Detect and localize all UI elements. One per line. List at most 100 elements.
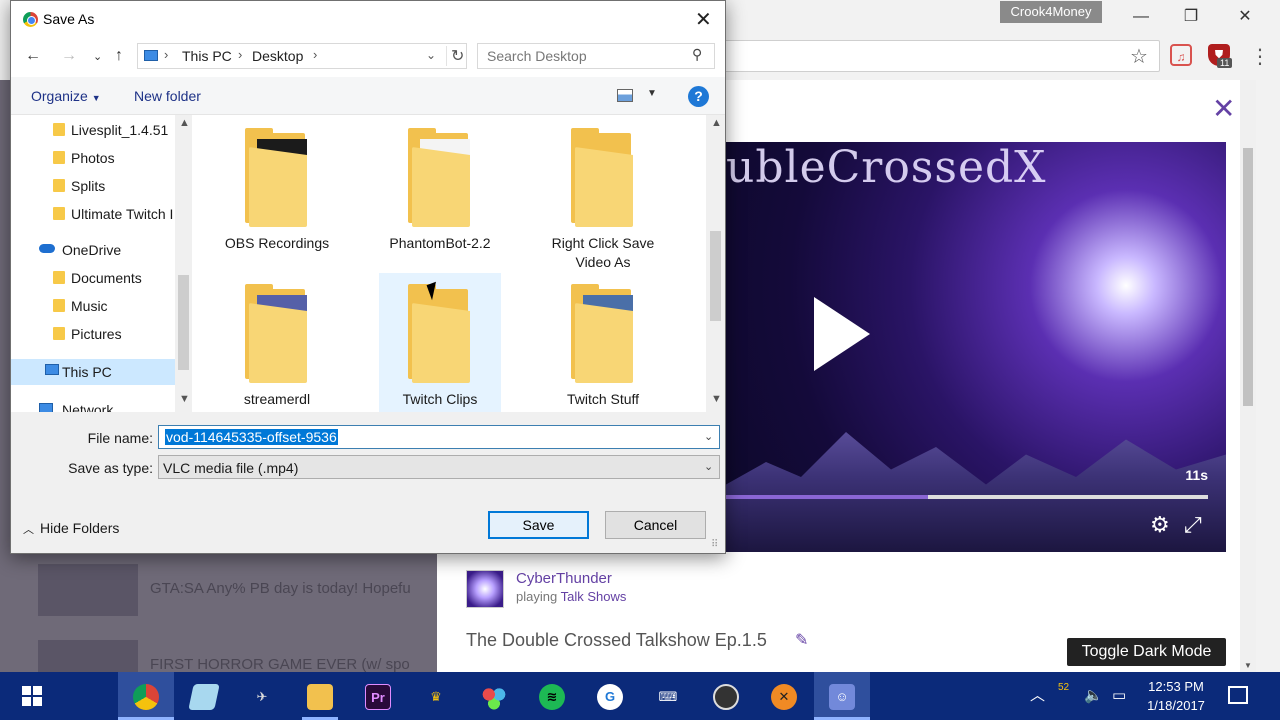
chevron-right-icon[interactable]: › bbox=[164, 47, 168, 62]
taskbar-spotify[interactable]: ≋ bbox=[524, 672, 580, 720]
profile-button[interactable]: Crook4Money bbox=[1000, 1, 1102, 23]
feed-item[interactable]: GTA:SA Any% PB day is today! Hopefu bbox=[38, 564, 438, 616]
nav-item[interactable]: Network bbox=[11, 397, 175, 412]
fullscreen-icon[interactable]: ⤢ bbox=[1184, 512, 1202, 538]
taskbar-app-g[interactable]: G bbox=[582, 672, 638, 720]
back-arrow-icon[interactable]: ← bbox=[25, 47, 41, 65]
save-type-select[interactable]: VLC media file (.mp4) ⌄ bbox=[158, 455, 720, 479]
nav-item[interactable]: Livesplit_1.4.51 bbox=[11, 117, 175, 143]
video-progress-bar[interactable] bbox=[726, 495, 1208, 499]
taskbar-discord[interactable]: ☺ bbox=[814, 672, 870, 720]
menu-icon[interactable]: ⋮ bbox=[1250, 44, 1270, 69]
dark-mode-toggle[interactable]: Toggle Dark Mode bbox=[1067, 638, 1226, 666]
taskbar-app-mascot[interactable]: ♛ bbox=[408, 672, 464, 720]
folder-icon bbox=[571, 128, 637, 227]
close-icon[interactable]: ✕ bbox=[1212, 92, 1235, 125]
nav-item[interactable]: This PC bbox=[11, 359, 175, 385]
windows-start-button[interactable] bbox=[2, 672, 58, 720]
minimize-button[interactable]: — bbox=[1118, 4, 1164, 30]
chevron-right-icon[interactable]: › bbox=[313, 47, 317, 62]
extension-icon[interactable]: ♫ bbox=[1170, 44, 1192, 66]
tray-badge[interactable]: 52 bbox=[1058, 664, 1069, 712]
windows-logo-icon bbox=[22, 686, 42, 706]
search-box[interactable]: ⚲ bbox=[477, 43, 715, 69]
scroll-up-icon[interactable]: ▲ bbox=[711, 117, 722, 129]
nav-item[interactable]: Photos bbox=[11, 145, 175, 171]
restore-button[interactable]: ❐ bbox=[1168, 4, 1214, 30]
new-folder-button[interactable]: New folder bbox=[134, 88, 201, 104]
nav-item[interactable]: Music bbox=[11, 293, 175, 319]
taskbar-file-explorer[interactable] bbox=[292, 672, 348, 720]
taskbar-chrome[interactable] bbox=[118, 672, 174, 720]
hide-folders-button[interactable]: ︿ Hide Folders bbox=[23, 520, 119, 537]
taskbar-notepad[interactable] bbox=[176, 672, 232, 720]
gear-icon[interactable]: ⚙ bbox=[1150, 512, 1170, 538]
folder-icon bbox=[53, 299, 65, 312]
scroll-down-icon[interactable]: ▼ bbox=[711, 393, 722, 405]
nav-item[interactable]: OneDrive bbox=[11, 237, 175, 263]
folder-tile[interactable]: Twitch Stuff bbox=[542, 273, 664, 412]
search-icon[interactable]: ⚲ bbox=[692, 46, 702, 63]
taskbar-davinci[interactable] bbox=[466, 672, 522, 720]
scroll-down-icon[interactable]: ▼ bbox=[179, 393, 190, 405]
cortana-button[interactable] bbox=[58, 672, 154, 720]
clock[interactable]: 12:53 PM 1/18/2017 bbox=[1140, 677, 1212, 715]
video-player[interactable]: ubleCrossedX 11s ⚙ ⤢ bbox=[726, 142, 1226, 552]
address-bar[interactable] bbox=[700, 40, 1160, 72]
view-icon[interactable] bbox=[617, 89, 633, 102]
taskbar-obs[interactable] bbox=[698, 672, 754, 720]
notification-icon[interactable] bbox=[1228, 686, 1248, 704]
bookmark-star-icon[interactable]: ☆ bbox=[1130, 44, 1148, 69]
nav-scrollbar[interactable]: ▲ ▼ bbox=[175, 115, 192, 412]
taskbar-app-bird[interactable]: ✈ bbox=[234, 672, 290, 720]
scroll-up-icon[interactable]: ▲ bbox=[179, 117, 190, 129]
scrollbar-thumb[interactable] bbox=[178, 275, 189, 370]
scrollbar-thumb[interactable] bbox=[710, 231, 721, 321]
chevron-down-icon[interactable]: ⌄ bbox=[704, 460, 713, 473]
folder-tile[interactable]: OBS Recordings bbox=[216, 117, 338, 257]
network-icon[interactable]: ▭ bbox=[1112, 672, 1126, 720]
browser-close-button[interactable]: ✕ bbox=[1222, 4, 1268, 30]
scrollbar-thumb[interactable] bbox=[1243, 148, 1253, 406]
taskbar-premiere[interactable]: Pr bbox=[350, 672, 406, 720]
play-icon[interactable] bbox=[814, 297, 870, 371]
nav-item[interactable]: Pictures bbox=[11, 321, 175, 347]
breadcrumb-desktop[interactable]: Desktop bbox=[252, 48, 303, 64]
page-scrollbar[interactable]: ▼ bbox=[1240, 80, 1256, 672]
scroll-down-icon[interactable]: ▼ bbox=[1244, 661, 1252, 670]
dialog-close-icon[interactable]: ✕ bbox=[695, 7, 712, 32]
nav-item[interactable]: Splits bbox=[11, 173, 175, 199]
view-dropdown-icon[interactable]: ▼ bbox=[647, 88, 657, 99]
pencil-icon[interactable]: ✎ bbox=[795, 630, 808, 650]
recent-locations-icon[interactable]: ⌄ bbox=[93, 50, 102, 63]
search-input[interactable] bbox=[478, 44, 678, 68]
folder-tile[interactable]: PhantomBot-2.2 bbox=[379, 117, 501, 257]
up-arrow-icon[interactable]: ↑ bbox=[115, 47, 123, 65]
cancel-button[interactable]: Cancel bbox=[605, 511, 706, 539]
organize-button[interactable]: Organize ▼ bbox=[31, 88, 101, 104]
folder-tile[interactable]: Right Click Save Video As bbox=[542, 117, 664, 270]
help-icon[interactable]: ? bbox=[688, 86, 709, 107]
forward-arrow-icon[interactable]: → bbox=[61, 47, 77, 65]
file-scrollbar[interactable]: ▲ ▼ bbox=[706, 115, 725, 412]
channel-name[interactable]: CyberThunder bbox=[516, 570, 612, 587]
nav-item[interactable]: Documents bbox=[11, 265, 175, 291]
address-breadcrumb[interactable]: › This PC › Desktop › ⌄ ↻ bbox=[137, 43, 467, 69]
channel-avatar[interactable] bbox=[466, 570, 504, 608]
volume-icon[interactable]: 🔈 bbox=[1084, 672, 1103, 720]
file-name-value[interactable]: vod-114645335-offset-9536 bbox=[165, 429, 338, 445]
refresh-icon[interactable]: ↻ bbox=[446, 46, 464, 66]
chevron-right-icon[interactable]: › bbox=[238, 47, 242, 62]
resize-grip-icon[interactable]: ⠿ bbox=[711, 539, 718, 550]
file-name-field[interactable]: vod-114645335-offset-9536 ⌄ bbox=[158, 425, 720, 449]
tray-expand-icon[interactable]: ︿ bbox=[1030, 672, 1045, 720]
taskbar-game-controller[interactable]: ⌨ bbox=[640, 672, 696, 720]
breadcrumb-this-pc[interactable]: This PC bbox=[182, 48, 232, 64]
chevron-down-icon[interactable]: ⌄ bbox=[426, 48, 436, 62]
save-button[interactable]: Save bbox=[488, 511, 589, 539]
nav-item[interactable]: Ultimate Twitch I bbox=[11, 201, 175, 227]
chevron-down-icon[interactable]: ⌄ bbox=[704, 430, 713, 443]
game-link[interactable]: Talk Shows bbox=[561, 589, 627, 604]
folder-tile[interactable]: streamerdl bbox=[216, 273, 338, 412]
taskbar-app-x[interactable]: ✕ bbox=[756, 672, 812, 720]
